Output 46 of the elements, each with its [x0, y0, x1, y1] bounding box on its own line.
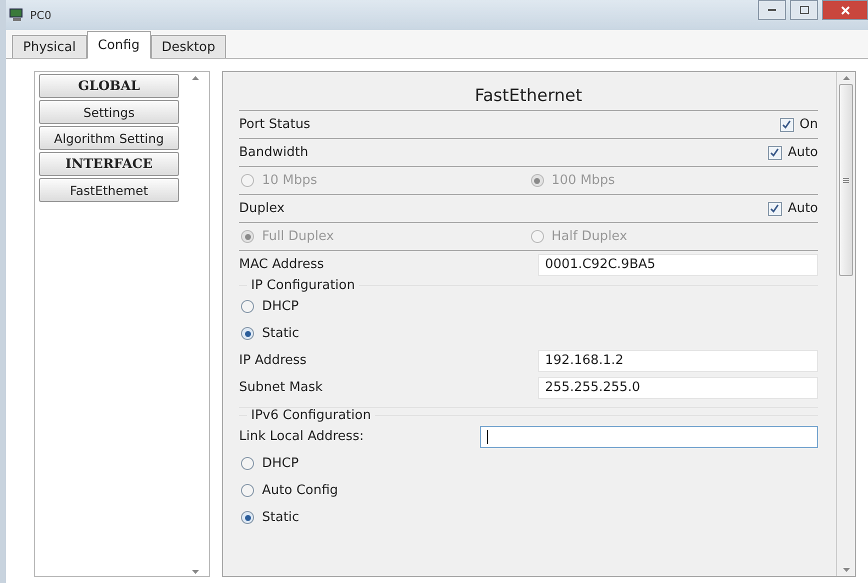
input-field[interactable]: 255.255.255.0: [538, 376, 818, 398]
panel-title: FastEthernet: [239, 86, 818, 111]
section-header: GLOBAL: [39, 74, 179, 98]
field-label: Port Status: [239, 117, 312, 132]
field-label: Bandwidth: [239, 145, 310, 160]
field-label: Duplex: [239, 201, 286, 216]
field-label: MAC Address: [239, 257, 325, 272]
input-field[interactable]: 192.168.1.2: [538, 350, 818, 372]
window-title: PC0: [30, 8, 52, 22]
auto-checkbox[interactable]: On: [780, 117, 818, 132]
minimize-icon: [768, 9, 776, 11]
tab[interactable]: Physical: [12, 35, 87, 58]
section-header: INTERFACE: [39, 152, 179, 176]
scroll-down-icon[interactable]: [842, 568, 850, 572]
tab[interactable]: Config: [86, 31, 151, 59]
auto-checkbox[interactable]: Auto: [768, 201, 818, 216]
radio-option[interactable]: DHCP: [239, 456, 299, 471]
field-label: Subnet Mask: [239, 380, 324, 395]
auto-checkbox[interactable]: Auto: [768, 145, 818, 160]
close-button[interactable]: [822, 0, 868, 20]
scroll-up-icon[interactable]: [192, 76, 198, 80]
sidebar-item[interactable]: Algorithm Setting: [39, 126, 179, 150]
field-label: Link Local Address:: [239, 429, 365, 444]
checkbox[interactable]: [768, 202, 782, 216]
radio-option[interactable]: Auto Config: [239, 483, 338, 498]
close-icon: [840, 6, 850, 14]
tab[interactable]: Desktop: [150, 35, 226, 58]
sidebar-item[interactable]: FastEthemet: [39, 178, 179, 202]
radio-option[interactable]: Static: [239, 510, 300, 525]
input-field[interactable]: [480, 426, 818, 448]
checkbox[interactable]: [780, 118, 794, 132]
scroll-up-icon[interactable]: [842, 76, 850, 80]
field-label: IP Address: [239, 353, 308, 368]
radio-option[interactable]: DHCP: [239, 299, 299, 314]
checkbox[interactable]: [768, 146, 782, 160]
group-legend: IPv6 Configuration: [247, 408, 375, 423]
input-field[interactable]: 0001.C92C.9BA5: [538, 254, 818, 276]
maximize-icon: [800, 6, 808, 14]
sidebar-item[interactable]: Settings: [39, 100, 179, 124]
radio-option[interactable]: Static: [239, 326, 300, 341]
minimize-button[interactable]: [758, 0, 786, 20]
text-cursor: [487, 430, 488, 444]
scroll-down-icon[interactable]: [192, 570, 198, 574]
group-legend: IP Configuration: [247, 278, 359, 293]
maximize-button[interactable]: [790, 0, 818, 20]
scrollbar-thumb[interactable]: [839, 84, 853, 276]
